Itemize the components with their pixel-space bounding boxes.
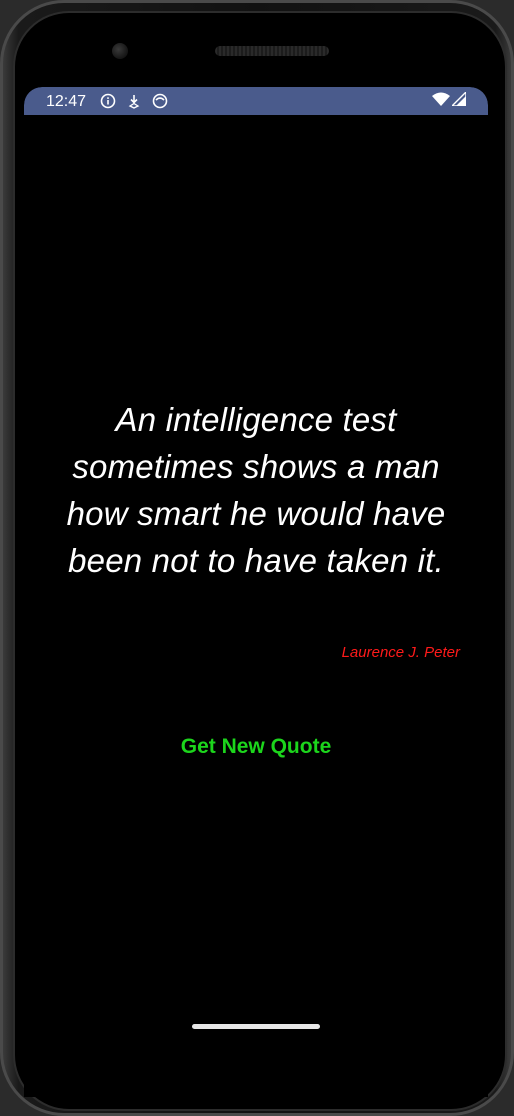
earpiece-speaker — [215, 46, 329, 56]
info-icon — [100, 93, 116, 109]
download-icon — [126, 93, 142, 109]
home-indicator[interactable] — [192, 1024, 320, 1029]
status-time: 12:47 — [46, 93, 87, 110]
app-screen: 12:47 An intelligence test sometimes sho… — [24, 87, 488, 1097]
status-icons-left — [100, 93, 168, 109]
emoji-icon — [152, 93, 168, 109]
front-camera — [112, 43, 128, 59]
status-icons-right — [432, 89, 467, 111]
quote-text: An intelligence test sometimes shows a m… — [66, 401, 446, 579]
status-bar: 12:47 — [24, 87, 488, 115]
cell-signal-icon — [450, 89, 467, 111]
quote-author: Laurence J. Peter — [341, 644, 460, 661]
wifi-icon — [432, 92, 450, 111]
get-new-quote-button[interactable]: Get New Quote — [156, 730, 356, 764]
